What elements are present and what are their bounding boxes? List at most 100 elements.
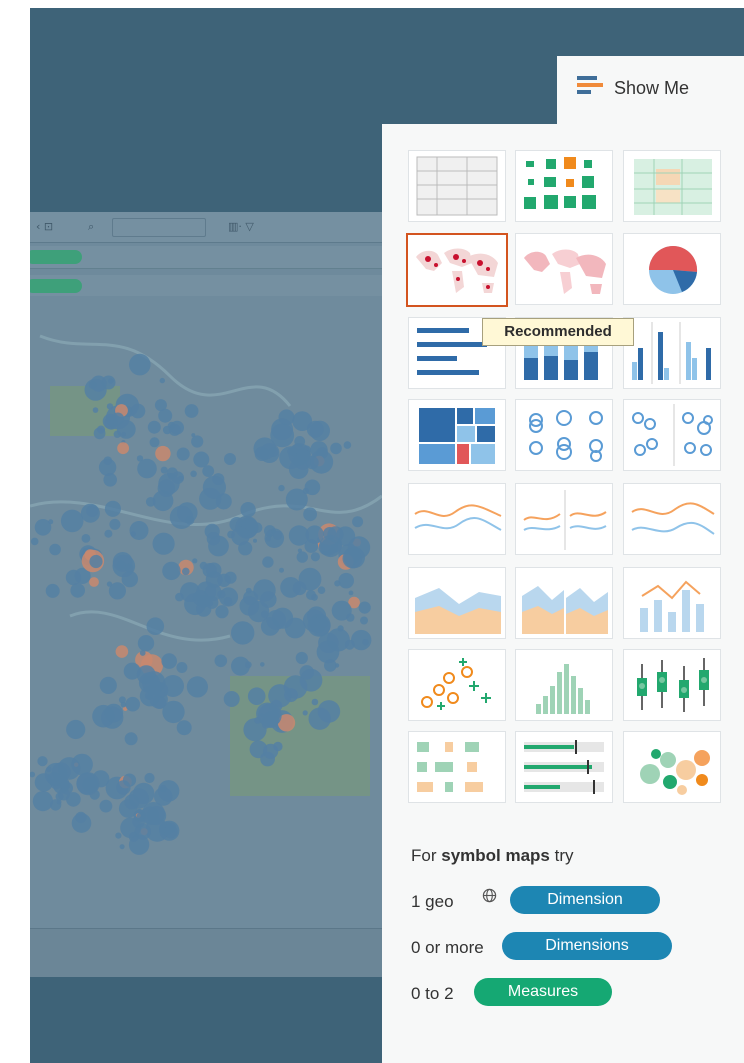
- map-mark: [125, 696, 140, 712]
- chart-area-discrete[interactable]: [515, 567, 613, 639]
- columns-pill[interactable]: [30, 279, 82, 293]
- map-mark: [145, 497, 156, 507]
- map-mark: [296, 551, 308, 563]
- map-mark: [206, 562, 222, 578]
- chart-treemap[interactable]: [408, 399, 506, 471]
- map-mark: [263, 743, 279, 759]
- map-mark: [270, 423, 295, 448]
- map-mark: [37, 756, 48, 767]
- map-mark: [295, 651, 308, 665]
- map-mark: [337, 625, 344, 632]
- map-mark: [124, 794, 140, 810]
- map-mark: [260, 662, 265, 667]
- map-mark: [70, 583, 85, 598]
- chart-filled-map[interactable]: [515, 233, 613, 305]
- chart-box-and-whisker[interactable]: [623, 649, 721, 721]
- toolbar-chart-icon[interactable]: ▥· ▽: [228, 220, 254, 233]
- map-mark: [305, 525, 324, 544]
- dimension-badge: Dimension: [510, 886, 660, 914]
- map-mark: [272, 530, 283, 540]
- map-mark: [66, 792, 81, 807]
- side-by-side-bars-icon: [632, 322, 711, 384]
- map-mark: [164, 825, 178, 839]
- map-mark: [137, 635, 155, 652]
- map-mark: [121, 431, 126, 437]
- text-table-icon: [416, 156, 498, 216]
- hint-suffix: try: [549, 846, 574, 865]
- map-mark: [278, 484, 285, 492]
- map-mark: [119, 844, 125, 850]
- chart-dual-combination[interactable]: [623, 567, 721, 639]
- continuous-lines-icon: [414, 504, 502, 531]
- area-discrete-icon: [522, 586, 608, 634]
- chart-side-by-side-bars[interactable]: [623, 317, 721, 389]
- chart-pie[interactable]: [623, 233, 721, 305]
- map-mark: [76, 772, 98, 795]
- map-mark: [34, 519, 52, 536]
- map-mark: [217, 573, 231, 587]
- map-mark: [244, 519, 256, 531]
- map-mark: [32, 791, 53, 812]
- rows-shelf[interactable]: [30, 246, 382, 269]
- map-mark: [223, 691, 240, 707]
- map-mark: [272, 607, 294, 629]
- map-mark: [302, 710, 308, 716]
- show-me-icon: [577, 76, 603, 94]
- columns-shelf[interactable]: [30, 275, 382, 298]
- chart-histogram[interactable]: [515, 649, 613, 721]
- map-mark: [319, 618, 329, 628]
- chart-side-by-side-circles[interactable]: [623, 399, 721, 471]
- map-mark: [80, 503, 100, 523]
- chart-discrete-lines[interactable]: [515, 483, 613, 555]
- circle-views-icon: [529, 410, 603, 462]
- map-mark: [162, 425, 172, 435]
- map-mark: [334, 580, 341, 587]
- map-mark: [136, 812, 145, 821]
- map-mark: [262, 556, 274, 568]
- map-mark: [231, 526, 250, 546]
- map-mark: [304, 479, 321, 496]
- map-mark: [224, 453, 236, 465]
- symbol-map-icon: [416, 248, 498, 293]
- chart-continuous-lines[interactable]: [408, 483, 506, 555]
- map-mark: [176, 447, 190, 461]
- map-mark: [92, 407, 99, 413]
- map-mark: [192, 558, 198, 564]
- map-mark: [191, 435, 204, 448]
- map-mark: [160, 466, 168, 474]
- toolbar-marks-icon[interactable]: ⌕: [88, 220, 94, 234]
- chart-bullet-graph[interactable]: [515, 731, 613, 803]
- chart-dual-lines[interactable]: [623, 483, 721, 555]
- chart-scatter-plot[interactable]: [408, 649, 506, 721]
- map-mark: [99, 799, 113, 813]
- map-mark: [104, 529, 113, 538]
- map-mark: [60, 509, 84, 533]
- chart-text-table[interactable]: [408, 150, 506, 222]
- map-mark: [346, 613, 355, 622]
- rows-pill[interactable]: [30, 250, 82, 264]
- map-mark: [254, 446, 269, 461]
- map-mark: [158, 408, 173, 423]
- map-mark: [121, 570, 138, 588]
- chart-highlight-table[interactable]: [623, 150, 721, 222]
- chart-area-continuous[interactable]: [408, 567, 506, 639]
- map-mark: [327, 526, 344, 543]
- symbol-map-view: [30, 296, 382, 928]
- map-mark: [129, 353, 151, 376]
- toolbar-dropdown[interactable]: [112, 218, 206, 237]
- chart-heat-map[interactable]: [515, 150, 613, 222]
- chart-symbol-map[interactable]: [406, 233, 508, 307]
- map-mark: [104, 703, 124, 723]
- map-mark: [351, 629, 372, 651]
- box-and-whisker-icon: [637, 658, 709, 712]
- chart-gantt[interactable]: [408, 731, 506, 803]
- toolbar-arrows-icon[interactable]: ‹ ⊡: [36, 220, 53, 233]
- map-mark: [310, 552, 320, 562]
- hint-line: For symbol maps try: [411, 846, 574, 866]
- chart-packed-bubbles[interactable]: [623, 731, 721, 803]
- chart-circle-views[interactable]: [515, 399, 613, 471]
- show-me-title[interactable]: Show Me: [614, 78, 689, 99]
- filled-map-icon: [524, 249, 606, 294]
- map-mark: [149, 437, 160, 448]
- map-mark: [334, 663, 340, 668]
